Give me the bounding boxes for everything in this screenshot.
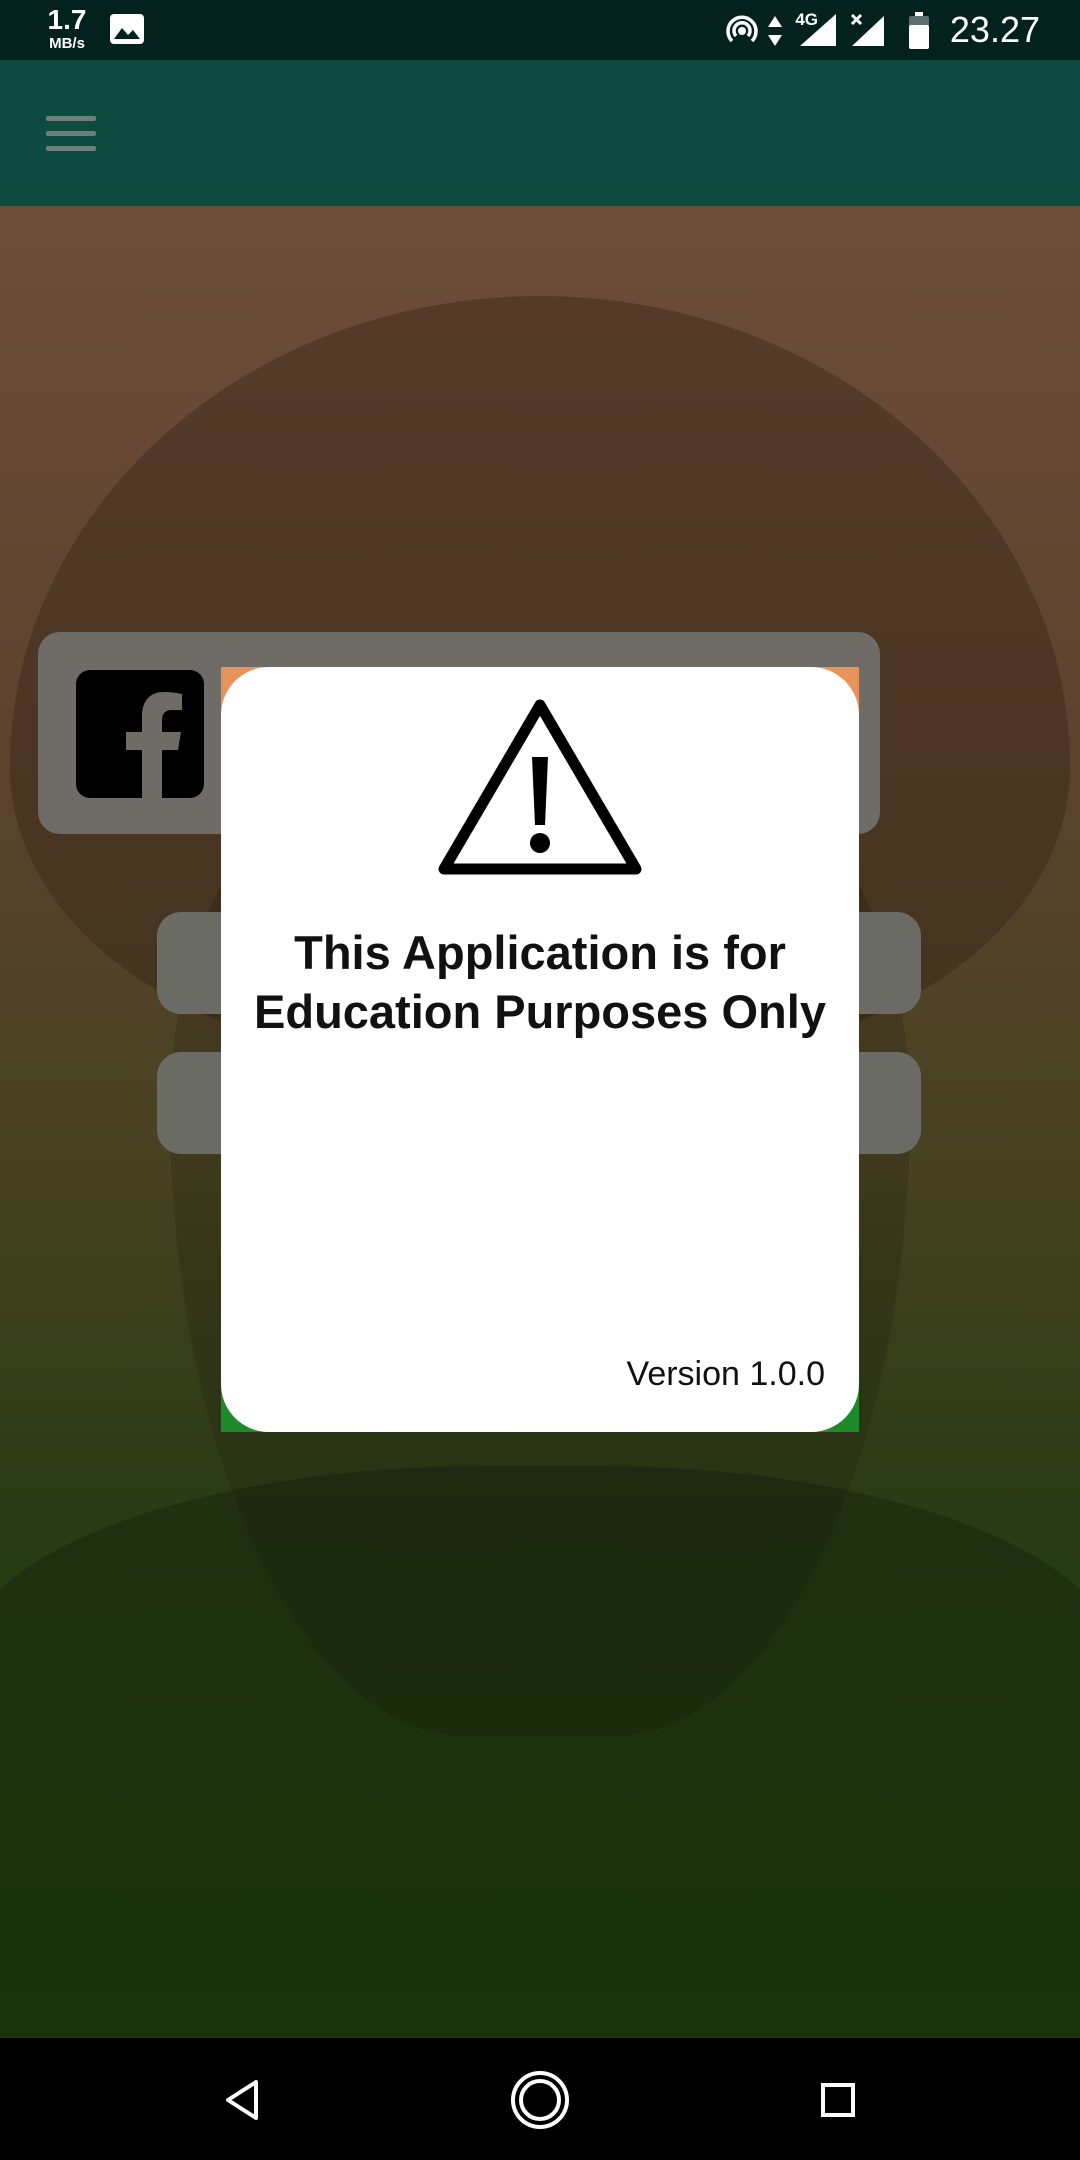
signal-icon xyxy=(800,14,836,46)
network-speed: 1.7 MB/s xyxy=(42,4,92,52)
app-version-label: Version 1.0.0 xyxy=(626,1355,825,1393)
screen: 1.7 MB/s 4G 23.27 This Application is fo… xyxy=(0,0,1080,2160)
dialog-message: This Application is for Education Purpos… xyxy=(254,926,826,1038)
recents-square-icon[interactable] xyxy=(800,2062,876,2138)
facebook-icon xyxy=(76,670,204,798)
app-bar xyxy=(0,60,1080,209)
background-body-shape xyxy=(0,1466,1080,2038)
warning-icon xyxy=(438,699,642,875)
battery-icon xyxy=(909,12,929,49)
hotspot-icon xyxy=(726,15,758,43)
back-triangle-icon[interactable] xyxy=(204,2062,280,2138)
hamburger-menu-icon[interactable] xyxy=(34,104,108,164)
status-bar: 1.7 MB/s 4G 23.27 xyxy=(0,0,1080,60)
home-circle-icon[interactable] xyxy=(502,2062,578,2138)
signal-no-sim-icon xyxy=(850,13,884,46)
disclaimer-dialog: This Application is for Education Purpos… xyxy=(221,667,859,1432)
network-speed-value: 1.7 xyxy=(47,4,87,35)
data-arrows-icon xyxy=(768,16,782,46)
image-icon xyxy=(110,14,144,44)
system-nav-bar xyxy=(0,2038,1080,2160)
network-speed-unit: MB/s xyxy=(49,35,85,52)
status-clock: 23.27 xyxy=(949,9,1040,50)
